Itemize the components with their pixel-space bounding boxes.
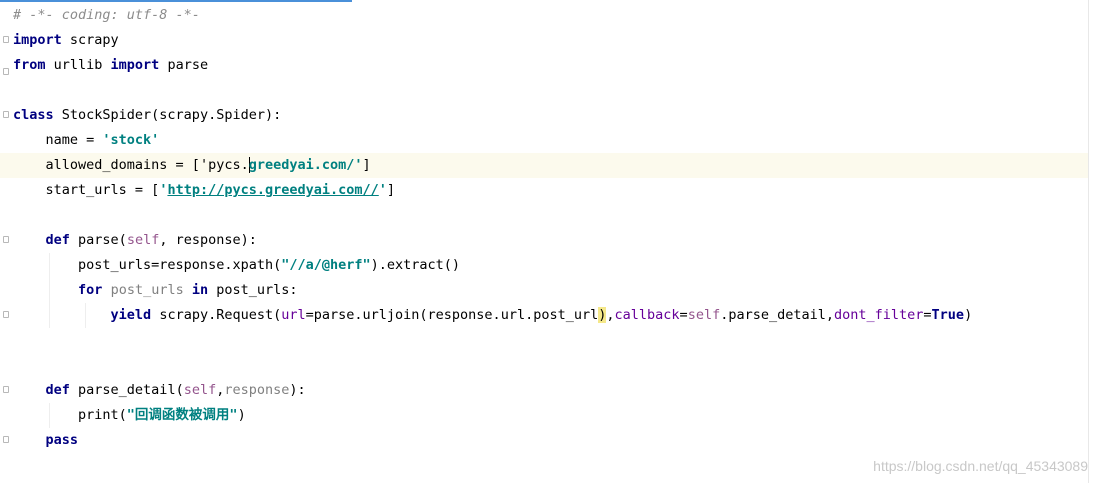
fold-marker-icon[interactable]: [3, 111, 9, 118]
code-token: http://pycs.greedyai.com//: [167, 182, 379, 198]
fold-marker-icon[interactable]: [3, 236, 9, 243]
code-line[interactable]: [0, 328, 1088, 353]
code-token: ': [378, 182, 387, 198]
code-line[interactable]: for post_urls in post_urls:: [0, 278, 1088, 303]
code-token: self: [687, 307, 721, 323]
code-token: pass: [45, 432, 79, 448]
code-token: post_urls: [110, 282, 184, 298]
code-token: post_urls:: [208, 282, 298, 298]
code-line[interactable]: start_urls = [ 'http://pycs.greedyai.com/…: [0, 178, 1088, 203]
code-token: ]: [362, 157, 371, 173]
right-margin-guide: [1088, 0, 1089, 483]
code-editor[interactable]: # -*- coding: utf-8 -*- import scrapy from…: [0, 0, 1098, 483]
code-token: from: [13, 57, 46, 73]
code-token: for: [78, 282, 103, 298]
code-token: def: [45, 382, 70, 398]
code-line[interactable]: def parse(self, response):: [0, 228, 1088, 253]
code-token: StockSpider(scrapy.Spider):: [53, 107, 282, 123]
code-line[interactable]: pass: [0, 428, 1088, 453]
indent-guide: [49, 403, 50, 428]
code-line[interactable]: yield scrapy.Request(url=parse.urljoin(r…: [0, 303, 1088, 328]
code-token: scrapy.Request(: [151, 307, 282, 323]
code-token: ,: [606, 307, 615, 323]
code-token: =: [923, 307, 932, 323]
code-line[interactable]: import scrapy: [0, 28, 1088, 53]
code-token: allowed_domains = [: [13, 157, 200, 173]
code-token: parse_detail(: [69, 382, 184, 398]
code-token: response: [224, 382, 290, 398]
indent-guide: [49, 253, 50, 278]
code-token: True: [931, 307, 965, 323]
active-tab-indicator: [0, 0, 352, 2]
code-token: 'pycs.: [199, 157, 249, 173]
code-token: greedyai.com/': [248, 157, 363, 173]
code-line[interactable]: name = 'stock': [0, 128, 1088, 153]
fold-marker-icon[interactable]: [3, 36, 9, 43]
code-token: parse(: [69, 232, 127, 248]
code-line[interactable]: [0, 203, 1088, 228]
code-token: import: [13, 32, 62, 48]
fold-gutter: [0, 0, 12, 483]
code-line[interactable]: def parse_detail(self,response):: [0, 378, 1088, 403]
fold-marker-icon[interactable]: [3, 311, 9, 318]
code-token: ]: [386, 182, 396, 198]
code-token: "回调函数被调用": [126, 407, 238, 423]
indent-guide: [49, 303, 50, 328]
code-token: class: [13, 107, 54, 123]
fold-marker-icon[interactable]: [3, 386, 9, 393]
code-token: start_urls = [: [13, 182, 160, 198]
code-line[interactable]: post_urls=response.xpath("//a/@herf").ex…: [0, 253, 1088, 278]
code-token: yield: [110, 307, 152, 323]
code-token: scrapy: [61, 32, 119, 48]
code-token: self: [183, 382, 217, 398]
code-token: "//a/@herf": [281, 257, 371, 273]
code-token: ): [964, 307, 973, 323]
indent-guide: [85, 303, 86, 328]
code-token: # -*- coding: utf-8 -*-: [13, 7, 200, 23]
code-token: url: [281, 307, 306, 323]
code-token: .parse_detail,: [720, 307, 834, 323]
code-token: =: [679, 307, 688, 323]
fold-marker-icon[interactable]: [3, 436, 9, 443]
code-token: =parse.urljoin(response.url.post_url: [305, 307, 599, 323]
code-token: import: [110, 57, 160, 73]
code-line[interactable]: print("回调函数被调用"): [0, 403, 1088, 428]
code-token: in: [191, 282, 209, 298]
code-token: name =: [13, 132, 103, 148]
code-line[interactable]: [0, 353, 1088, 378]
code-token: ):: [289, 382, 306, 398]
code-token: parse: [159, 57, 209, 73]
code-token: post_urls=response.xpath(: [13, 257, 282, 273]
code-token: 'stock': [102, 132, 160, 148]
code-token: dont_filter: [834, 307, 924, 323]
code-line[interactable]: [0, 78, 1088, 103]
code-token: , response):: [159, 232, 257, 248]
watermark: https://blog.csdn.net/qq_45343089: [873, 458, 1088, 474]
code-token: callback: [614, 307, 680, 323]
code-token: def: [45, 232, 70, 248]
code-token: print(: [13, 407, 127, 423]
code-line[interactable]: # -*- coding: utf-8 -*-: [0, 3, 1088, 28]
code-line[interactable]: from urllib import parse: [0, 53, 1088, 78]
code-token: self: [126, 232, 160, 248]
indent-guide: [49, 278, 50, 303]
code-token: ): [237, 407, 246, 423]
fold-marker-icon[interactable]: [3, 68, 9, 75]
code-token: ).extract(): [370, 257, 461, 273]
code-token: urllib: [45, 57, 111, 73]
code-line[interactable]: class StockSpider(scrapy.Spider):: [0, 103, 1088, 128]
code-line-current[interactable]: allowed_domains = ['pycs.greedyai.com/']: [0, 153, 1088, 178]
